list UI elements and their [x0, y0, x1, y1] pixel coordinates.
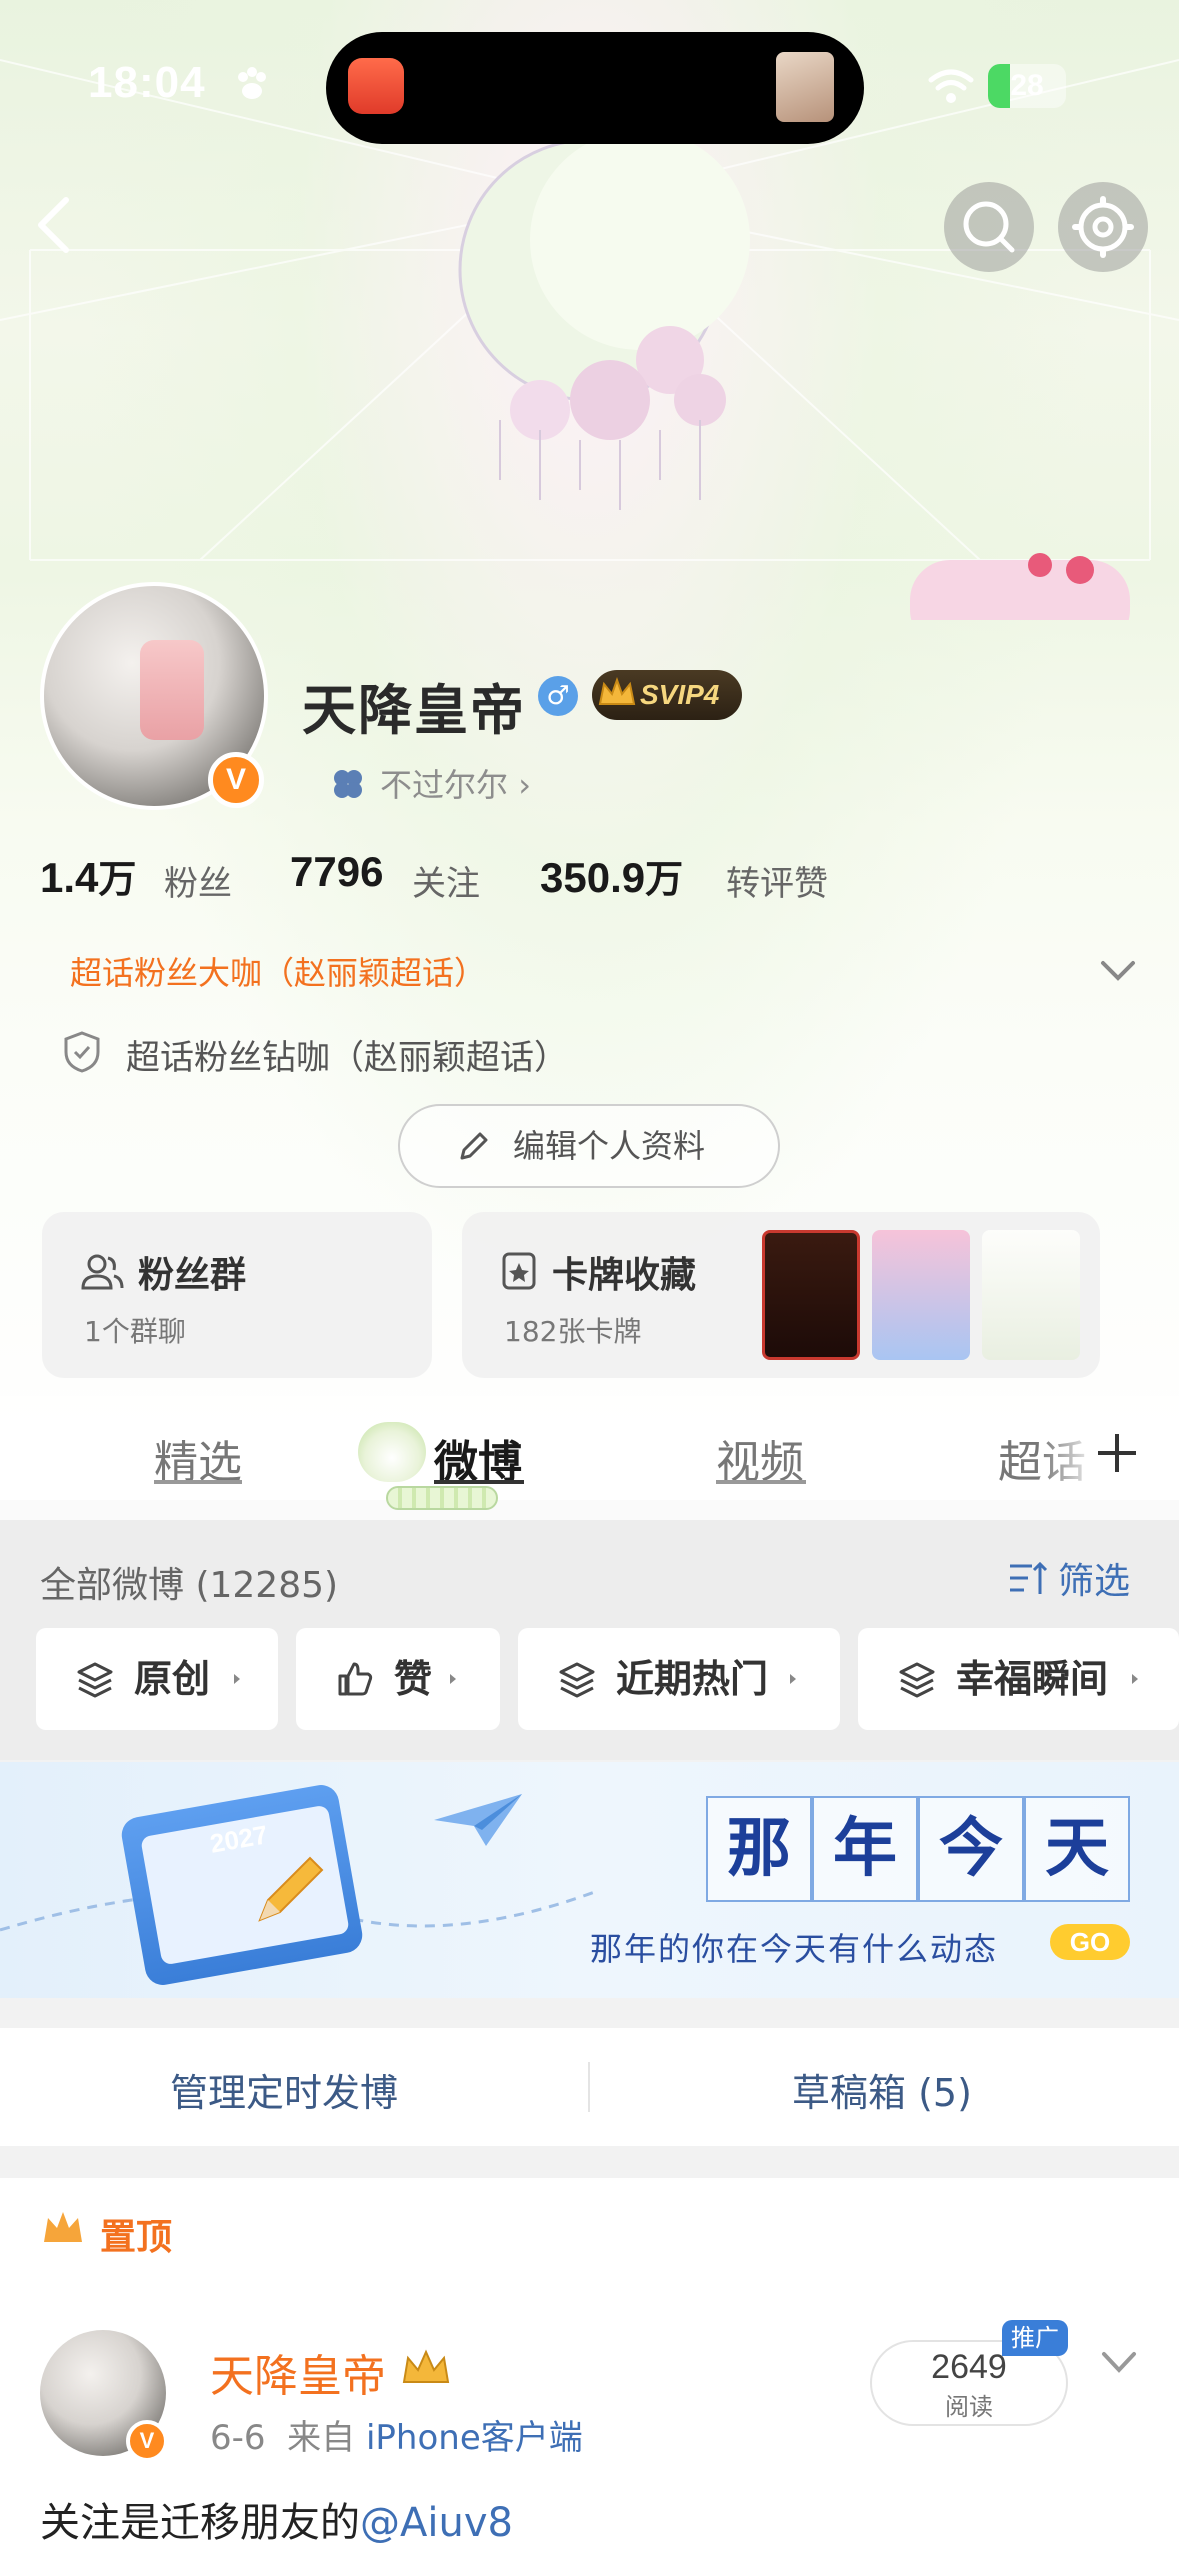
read-label: 阅读: [945, 2393, 993, 2421]
chip-original[interactable]: 原创: [36, 1628, 278, 1730]
layers-icon: [77, 1662, 113, 1698]
tab-video-underline: [716, 1480, 806, 1484]
chip-recent-hot-label: 近期热门: [616, 1657, 769, 1701]
card-collection-sub: 182张卡牌: [504, 1315, 642, 1348]
tab-weibo-underline: [434, 1480, 524, 1484]
chip-liked-label: 赞: [394, 1657, 433, 1701]
drafts-button[interactable]: 草稿箱 (5): [792, 2062, 972, 2117]
gear-icon: [1072, 196, 1134, 258]
post-source-prefix: 来自: [287, 2418, 356, 2458]
paper-plane-icon: [434, 1794, 522, 1846]
chip-arrow-icon: [790, 1674, 796, 1684]
status-time: 18:04: [88, 58, 206, 107]
banner-go-button[interactable]: GO: [1050, 1924, 1130, 1960]
clover-icon: [334, 770, 362, 798]
promote-badge[interactable]: 推广: [1002, 2320, 1068, 2356]
all-weibo-count: 全部微博 (12285): [40, 1565, 339, 1606]
banner-title-char-4: 天: [1024, 1796, 1130, 1902]
tabs-fade-overlay: [1040, 1410, 1100, 1490]
post-author-name[interactable]: 天降皇帝: [210, 2340, 386, 2404]
search-button[interactable]: [944, 182, 1034, 272]
thumbs-up-icon: [338, 1662, 373, 1696]
card-collection-title: 卡牌收藏: [552, 1255, 697, 1296]
chip-happy-moments[interactable]: 幸福瞬间: [858, 1628, 1179, 1730]
manage-divider: [588, 2062, 590, 2112]
crown-icon: [598, 677, 636, 705]
pencil-illustration-icon: [258, 1856, 324, 1922]
stat-following-label[interactable]: 关注: [412, 856, 480, 905]
profile-username: 天降皇帝: [302, 679, 526, 742]
stat-followers-value[interactable]: 1.4万: [40, 848, 136, 903]
chip-arrow-icon: [1132, 1674, 1138, 1684]
people-icon: [81, 1254, 124, 1290]
banner-title-char-3: 今: [918, 1796, 1024, 1902]
banner-subtitle: 那年的你在今天有什么动态: [590, 1930, 999, 1968]
scheduled-posts-button[interactable]: 管理定时发博: [170, 2062, 398, 2117]
post-mention[interactable]: @Aiuv8: [360, 2500, 513, 2546]
chip-recent-hot[interactable]: 近期热门: [518, 1628, 840, 1730]
vip-crown-icon: [402, 2349, 450, 2383]
search-icon: [963, 201, 1015, 253]
pinned-label: 置顶: [100, 2217, 173, 2258]
battery-indicator: 28: [988, 64, 1066, 108]
post-meta: 6-6 来自 iPhone客户端: [210, 2410, 583, 2459]
post-date: 6-6: [210, 2418, 266, 2458]
tab-featured-underline: [154, 1480, 242, 1484]
stat-interactions-label[interactable]: 转评赞: [726, 856, 828, 905]
layers-icon: [899, 1662, 935, 1698]
stat-following-value[interactable]: 7796: [290, 848, 383, 896]
edit-profile-label: 编辑个人资料: [512, 1127, 705, 1165]
paw-icon: [238, 67, 266, 99]
chip-original-label: 原创: [134, 1657, 211, 1701]
post-source[interactable]: iPhone客户端: [366, 2418, 583, 2458]
card-collection-icon: [502, 1252, 536, 1290]
chip-arrow-icon: [450, 1674, 456, 1684]
chip-happy-moments-label: 幸福瞬间: [956, 1657, 1109, 1701]
chip-liked[interactable]: 赞: [296, 1628, 500, 1730]
battery-level: 28: [1010, 69, 1044, 102]
card-thumbnail-2[interactable]: [872, 1230, 970, 1360]
filter-button[interactable]: 筛选: [1058, 1552, 1130, 1604]
card-thumbnail-1[interactable]: [762, 1230, 860, 1360]
post-text: 关注是迁移朋友的@Aiuv8: [40, 2490, 513, 2548]
avatar-detail: [140, 640, 204, 740]
island-app-icon[interactable]: [348, 58, 404, 114]
fans-group-sub: 1个群聊: [84, 1315, 186, 1348]
filter-icon[interactable]: [1008, 1560, 1048, 1596]
card-thumbnail-3[interactable]: [982, 1230, 1080, 1360]
chevron-down-icon[interactable]: [1098, 958, 1138, 984]
banner-title-char-2: 年: [812, 1796, 918, 1902]
chevron-down-icon[interactable]: [1100, 2350, 1138, 2376]
shield-icon: [64, 1031, 100, 1073]
island-media-thumbnail[interactable]: [776, 52, 834, 122]
male-gender-icon: ♂: [538, 676, 578, 716]
pencil-icon: [460, 1132, 488, 1160]
tab-active-indicator: [386, 1486, 498, 1510]
plus-icon[interactable]: [1094, 1430, 1140, 1476]
banner-title-char-1: 那: [706, 1796, 812, 1902]
post-body: 关注是迁移朋友的: [40, 2500, 360, 2546]
profile-sub-link[interactable]: 不过尔尔 ›: [380, 760, 531, 806]
sub-link-text: 不过尔尔: [380, 766, 509, 804]
supertopic-badge-primary[interactable]: 超话粉丝大咖（赵丽颖超话）: [70, 948, 486, 994]
verified-badge: V: [208, 752, 264, 808]
wifi-icon: [928, 69, 974, 103]
tab-active-decoration: [358, 1422, 426, 1482]
stat-interactions-value[interactable]: 350.9万: [540, 848, 683, 903]
back-button[interactable]: [26, 190, 86, 260]
stat-followers-label[interactable]: 粉丝: [164, 856, 232, 905]
fans-group-title: 粉丝群: [138, 1255, 247, 1296]
pin-crown-icon: [44, 2212, 82, 2242]
settings-button[interactable]: [1058, 182, 1148, 272]
post-verified-badge: V: [126, 2420, 168, 2462]
supertopic-badge-secondary[interactable]: 超话粉丝钻咖（赵丽颖超话）: [126, 1030, 568, 1079]
chip-arrow-icon: [234, 1674, 240, 1684]
layers-icon: [559, 1662, 595, 1698]
